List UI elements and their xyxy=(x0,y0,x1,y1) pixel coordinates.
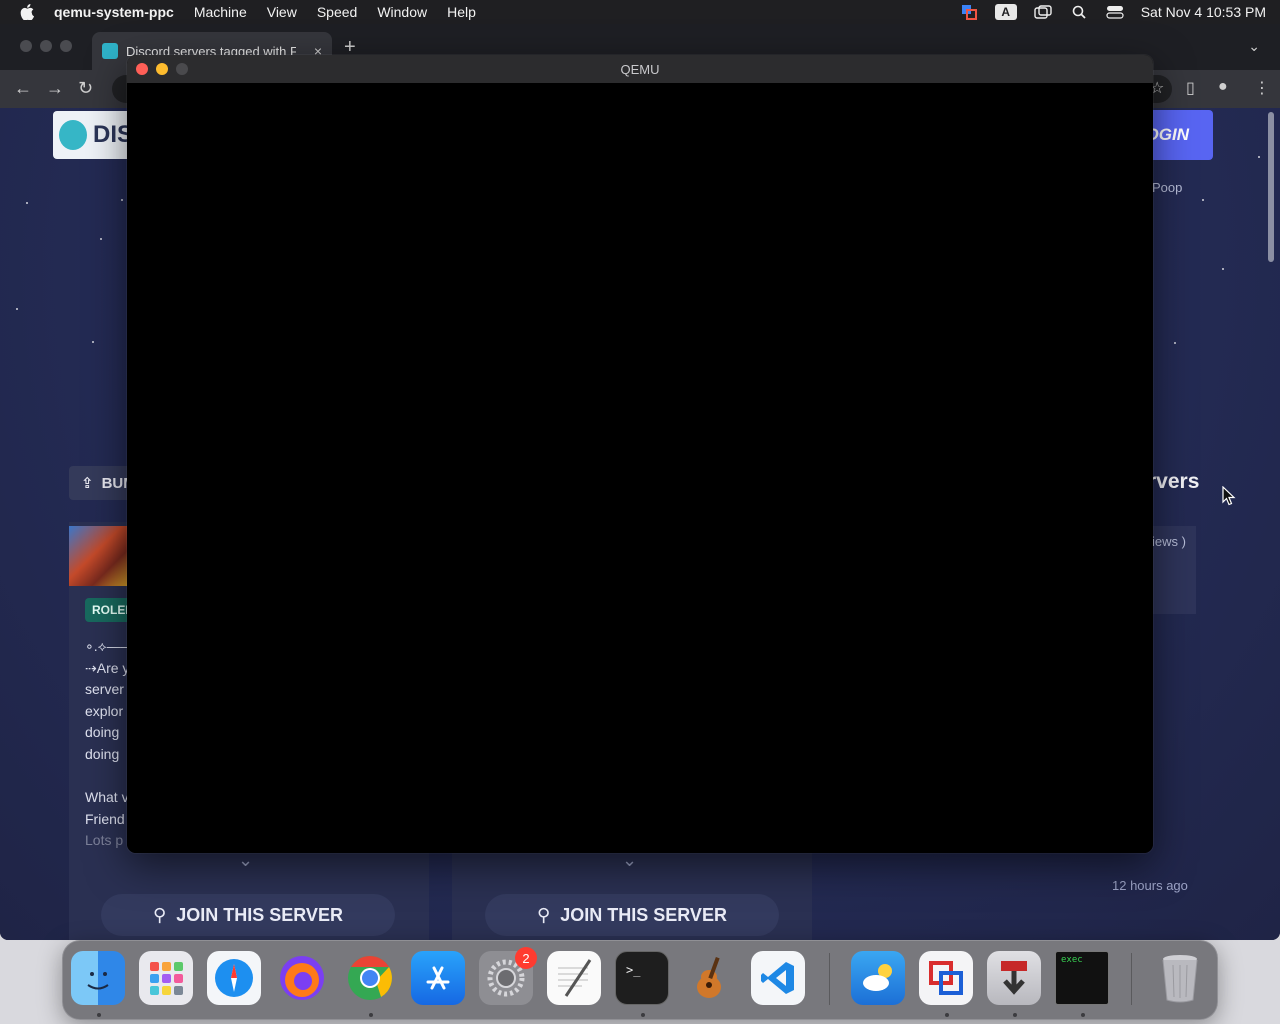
description-line: Friend xyxy=(85,810,125,827)
description-line: ⇢Are y xyxy=(85,659,130,676)
exec-window-label: exec xyxy=(1061,955,1083,965)
menu-clock[interactable]: Sat Nov 4 10:53 PM xyxy=(1141,4,1266,20)
launchpad-icon[interactable] xyxy=(139,951,193,1005)
description-line: server xyxy=(85,681,124,698)
spotlight-search-icon[interactable] xyxy=(1069,4,1089,20)
profile-avatar-icon[interactable]: ● xyxy=(1218,78,1228,96)
dock: 2 >_ exec xyxy=(62,940,1218,1020)
expand-chevron-icon[interactable]: ⌄ xyxy=(622,850,637,871)
minimize-window-button[interactable] xyxy=(156,63,168,75)
plug-icon: ⚲ xyxy=(153,904,167,925)
close-window-button[interactable] xyxy=(136,63,148,75)
join-label: JOIN THIS SERVER xyxy=(560,904,727,925)
control-center-icon[interactable] xyxy=(1105,4,1125,20)
weather-icon[interactable] xyxy=(851,951,905,1005)
description-line: ∘.⟡—— xyxy=(85,638,131,654)
menu-view[interactable]: View xyxy=(257,0,307,24)
menu-bar: qemu-system-ppc Machine View Speed Windo… xyxy=(0,0,1280,24)
emulator-display[interactable] xyxy=(127,83,1153,853)
site-favicon-icon xyxy=(102,43,118,59)
expand-chevron-icon[interactable]: ⌄ xyxy=(238,850,253,871)
tab-search-chevron-icon[interactable]: ⌄ xyxy=(1248,38,1260,55)
firefox-icon[interactable] xyxy=(275,951,329,1005)
reload-icon[interactable]: ↻ xyxy=(78,78,93,99)
join-label: JOIN THIS SERVER xyxy=(176,904,343,925)
mouse-pointer-icon xyxy=(1222,486,1236,506)
description-line: Lots p xyxy=(85,832,124,849)
safari-icon[interactable] xyxy=(207,951,261,1005)
terminal-icon[interactable]: >_ xyxy=(615,951,669,1005)
parallels-icon[interactable] xyxy=(919,951,973,1005)
menu-window[interactable]: Window xyxy=(367,0,437,24)
window-switcher-icon[interactable] xyxy=(1033,4,1053,20)
plug-icon: ⚲ xyxy=(537,904,551,925)
chrome-menu-icon[interactable]: ⋮ xyxy=(1254,78,1270,98)
installer-icon[interactable] xyxy=(987,951,1041,1005)
forward-arrow-icon[interactable]: → xyxy=(46,78,64,99)
qemu-window: QEMU xyxy=(127,55,1153,853)
zoom-window-button[interactable] xyxy=(176,63,188,75)
server-description: ∘.⟡—— ⇢Are y server explor doing doing W… xyxy=(85,636,131,852)
vscode-icon[interactable] xyxy=(751,951,805,1005)
menu-app-name[interactable]: qemu-system-ppc xyxy=(52,0,184,24)
description-line: explor xyxy=(85,702,124,719)
menu-speed[interactable]: Speed xyxy=(307,0,367,24)
server-thumbnail[interactable] xyxy=(69,526,127,586)
exec-window-icon[interactable]: exec xyxy=(1055,951,1109,1005)
notification-badge: 2 xyxy=(515,947,537,969)
back-arrow-icon[interactable]: ← xyxy=(14,78,32,99)
zoom-window-button[interactable] xyxy=(60,40,72,52)
side-panel-icon[interactable]: ▯ xyxy=(1186,78,1195,98)
server-tag[interactable]: ROLEI xyxy=(85,598,131,622)
svg-text:>_: >_ xyxy=(626,963,641,977)
input-source-icon[interactable]: A xyxy=(994,4,1017,20)
join-server-button[interactable]: ⚲ JOIN THIS SERVER xyxy=(101,894,395,936)
description-line: What v xyxy=(85,789,129,806)
site-logo[interactable]: DIS xyxy=(53,111,133,159)
apple-menu-icon[interactable] xyxy=(16,1,38,23)
close-window-button[interactable] xyxy=(20,40,32,52)
system-settings-icon[interactable]: 2 xyxy=(479,947,537,1005)
trash-icon[interactable] xyxy=(1153,951,1207,1005)
description-line: doing xyxy=(85,745,120,762)
user-name-text[interactable]: Poop xyxy=(1152,180,1182,195)
menu-help[interactable]: Help xyxy=(437,0,486,24)
qemu-titlebar[interactable]: QEMU xyxy=(127,55,1153,83)
qemu-window-title: QEMU xyxy=(620,61,660,77)
textedit-icon[interactable] xyxy=(547,951,601,1005)
servers-heading: rvers xyxy=(1148,470,1200,493)
discord-mascot-icon xyxy=(59,120,87,150)
chrome-icon[interactable] xyxy=(343,951,397,1005)
menu-machine[interactable]: Machine xyxy=(184,0,257,24)
last-bumped-time: 12 hours ago xyxy=(1112,878,1188,893)
description-line xyxy=(85,766,131,788)
upload-icon: ⇪ xyxy=(81,475,94,492)
join-server-button[interactable]: ⚲ JOIN THIS SERVER xyxy=(485,894,779,936)
minimize-window-button[interactable] xyxy=(40,40,52,52)
garageband-icon[interactable] xyxy=(683,951,737,1005)
description-line: doing xyxy=(85,724,120,741)
screen-share-icon[interactable] xyxy=(959,4,979,20)
finder-icon[interactable] xyxy=(71,951,125,1005)
app-store-icon[interactable] xyxy=(411,951,465,1005)
page-scrollbar[interactable] xyxy=(1268,112,1274,262)
reviews-text: iews ) xyxy=(1152,534,1186,549)
